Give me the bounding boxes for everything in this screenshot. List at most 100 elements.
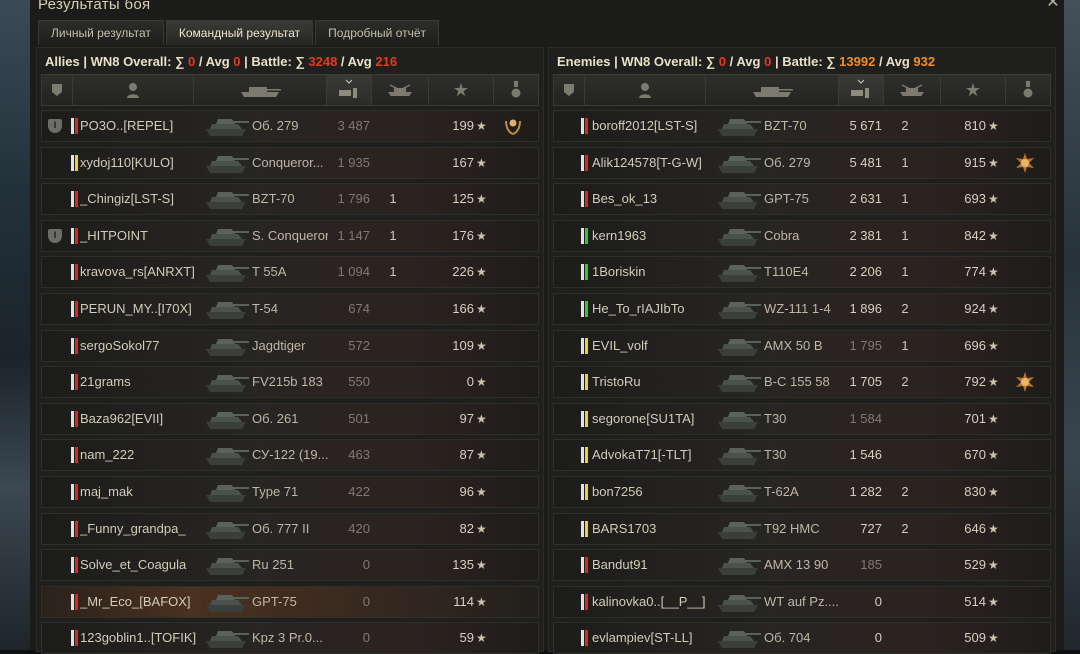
player-name[interactable]: EVIL_volf: [592, 331, 724, 361]
allies-column-header: ★: [41, 74, 539, 106]
player-row[interactable]: Alik124578[T-G-W] Об. 279 5 481 1 915 ★: [553, 146, 1051, 179]
player-name[interactable]: Bandut91: [592, 550, 724, 580]
player-row[interactable]: 123goblin1..[TOFIK] Kpz 3 Pr.0... 0 59 ★: [41, 622, 539, 654]
sort-medals-icon[interactable]: [1006, 75, 1050, 105]
player-name[interactable]: kalinovka0..[__P__]: [592, 587, 724, 617]
sort-damage-icon[interactable]: [327, 75, 372, 105]
battle-label: Battle:: [782, 54, 823, 69]
player-row[interactable]: BARS1703 T92 HMC 727 2 646 ★: [553, 512, 1051, 545]
player-name[interactable]: Solve_et_Coagula: [80, 550, 212, 580]
player-row[interactable]: AdvokaT71[-TLT] T30 1 546 670 ★: [553, 439, 1051, 472]
player-name[interactable]: maj_mak: [80, 477, 212, 507]
player-name[interactable]: _Chingiz[LST-S]: [80, 184, 212, 214]
sort-xp-icon[interactable]: ★: [429, 75, 494, 105]
player-name[interactable]: Alik124578[T-G-W]: [592, 148, 724, 178]
player-name[interactable]: _Mr_Eco_[BAFOX]: [80, 587, 212, 617]
player-row[interactable]: _Funny_grandpa_ Об. 777 II 420 82 ★: [41, 512, 539, 545]
sort-damage-icon[interactable]: [839, 75, 884, 105]
player-row[interactable]: I PO3O..[REPEL] Об. 279 3 487 199 ★: [41, 110, 539, 142]
enemies-battle-avg: 932: [913, 54, 936, 69]
rating-color-bar: [585, 191, 588, 208]
sort-player-icon[interactable]: [73, 75, 194, 105]
player-name[interactable]: He_To_rIAJIbTo: [592, 294, 724, 324]
player-row[interactable]: He_To_rIAJIbTo WZ-111 1-4 1 896 2 924 ★: [553, 292, 1051, 325]
player-name[interactable]: boroff2012[LST-S]: [592, 111, 724, 141]
player-name[interactable]: kravova_rs[ANRXT]: [80, 257, 212, 287]
player-name[interactable]: PERUN_MY..[I70X]: [80, 294, 212, 324]
rating-color-bar: [585, 374, 588, 391]
tab-personal-result[interactable]: Личный результат: [38, 20, 164, 45]
player-row[interactable]: maj_mak Type 71 422 96 ★: [41, 475, 539, 508]
player-name[interactable]: AdvokaT71[-TLT]: [592, 440, 724, 470]
sort-medals-icon[interactable]: [494, 75, 538, 105]
player-name[interactable]: xydoj110[KULO]: [80, 148, 212, 178]
player-name[interactable]: Bes_ok_13: [592, 184, 724, 214]
sort-tank-icon[interactable]: [706, 75, 839, 105]
sort-tank-icon[interactable]: [194, 75, 327, 105]
player-row[interactable]: sergoSokol77 Jagdtiger 572 109 ★: [41, 329, 539, 362]
player-row[interactable]: kern1963 Cobra 2 381 1 842 ★: [553, 219, 1051, 252]
enemies-battle-sum: 13992: [839, 54, 876, 69]
player-name[interactable]: PO3O..[REPEL]: [80, 111, 212, 141]
sort-kills-icon[interactable]: [884, 75, 941, 105]
player-row[interactable]: TristoRu B-C 155 58 1 705 2 792 ★: [553, 366, 1051, 399]
player-row[interactable]: 1Boriskin T110E4 2 206 1 774 ★: [553, 256, 1051, 289]
player-name[interactable]: Baza962[EVII]: [80, 404, 212, 434]
player-name[interactable]: BARS1703: [592, 514, 724, 544]
rating-color-bar: [585, 557, 588, 574]
tab-detailed-report[interactable]: Подробный отчёт: [315, 20, 440, 45]
player-row[interactable]: _Mr_Eco_[BAFOX] GPT-75 0 114 ★: [41, 585, 539, 618]
player-row[interactable]: evlampiev[ST-LL] Об. 704 0 509 ★: [553, 622, 1051, 654]
player-row[interactable]: boroff2012[LST-S] BZT-70 5 671 2 810 ★: [553, 110, 1051, 142]
sort-kills-icon[interactable]: [372, 75, 429, 105]
player-row[interactable]: Solve_et_Coagula Ru 251 0 135 ★: [41, 549, 539, 582]
kills-value: [378, 294, 408, 324]
star-icon: ★: [988, 375, 999, 390]
player-row[interactable]: xydoj110[KULO] Conqueror... 1 935 167 ★: [41, 146, 539, 179]
player-row[interactable]: _Chingiz[LST-S] BZT-70 1 796 1 125 ★: [41, 183, 539, 216]
player-row[interactable]: kalinovka0..[__P__] WT auf Pz.... 0 514 ★: [553, 585, 1051, 618]
star-icon: ★: [476, 484, 487, 499]
player-row[interactable]: Baza962[EVII] Об. 261 501 97 ★: [41, 402, 539, 435]
sort-platoon-icon[interactable]: [554, 75, 585, 105]
xp-value: 774: [964, 264, 986, 280]
allies-overall-sum: 0: [188, 54, 196, 69]
player-row[interactable]: Bandut91 AMX 13 90 185 529 ★: [553, 549, 1051, 582]
damage-value: 2 381: [849, 227, 882, 243]
player-row[interactable]: I _HITPOINT S. Conqueror 1 147 1 176 ★: [41, 219, 539, 252]
allies-header: Allies | WN8 Overall: ∑ 0 / Avg 0 | Batt…: [45, 54, 398, 69]
sort-xp-icon[interactable]: ★: [941, 75, 1006, 105]
player-row[interactable]: segorone[SU1TA] T30 1 584 701 ★: [553, 402, 1051, 435]
player-row[interactable]: PERUN_MY..[I70X] T-54 674 166 ★: [41, 292, 539, 325]
player-name[interactable]: sergoSokol77: [80, 331, 212, 361]
star-icon: ★: [476, 119, 487, 133]
player-row[interactable]: bon7256 T-62A 1 282 2 830 ★: [553, 475, 1051, 508]
player-name[interactable]: _HITPOINT: [80, 221, 212, 251]
player-name[interactable]: nam_222: [80, 440, 212, 470]
tab-team-result[interactable]: Командный результат: [165, 20, 314, 45]
player-row[interactable]: 21grams FV215b 183 550 0 ★: [41, 366, 539, 399]
player-name[interactable]: 123goblin1..[TOFIK]: [80, 623, 212, 653]
status-bar: [71, 410, 74, 427]
player-name[interactable]: kern1963: [592, 221, 724, 251]
player-name[interactable]: 21grams: [80, 367, 212, 397]
sort-platoon-icon[interactable]: [42, 75, 73, 105]
player-name[interactable]: _Funny_grandpa_: [80, 514, 212, 544]
xp-value: 135: [452, 557, 474, 573]
player-name[interactable]: evlampiev[ST-LL]: [592, 623, 724, 653]
player-row[interactable]: EVIL_volf AMX 50 B1 795 1 696 ★: [553, 329, 1051, 362]
damage-value: 420: [348, 520, 370, 536]
damage-value: 422: [348, 483, 370, 499]
rating-color-bar: [75, 118, 78, 134]
player-name[interactable]: segorone[SU1TA]: [592, 404, 724, 434]
player-row[interactable]: Bes_ok_13 GPT-75 2 631 1 693 ★: [553, 183, 1051, 216]
sort-player-icon[interactable]: [585, 75, 706, 105]
close-icon[interactable]: ✕: [1044, 0, 1062, 12]
player-name[interactable]: bon7256: [592, 477, 724, 507]
rating-color-bar: [75, 447, 78, 464]
player-name[interactable]: 1Boriskin: [592, 257, 724, 287]
player-row[interactable]: nam_222 СУ-122 (19... 463 87 ★: [41, 439, 539, 472]
player-name[interactable]: TristoRu: [592, 367, 724, 397]
player-row[interactable]: kravova_rs[ANRXT] T 55A 1 094 1 226 ★: [41, 256, 539, 289]
star-icon: ★: [988, 301, 999, 316]
